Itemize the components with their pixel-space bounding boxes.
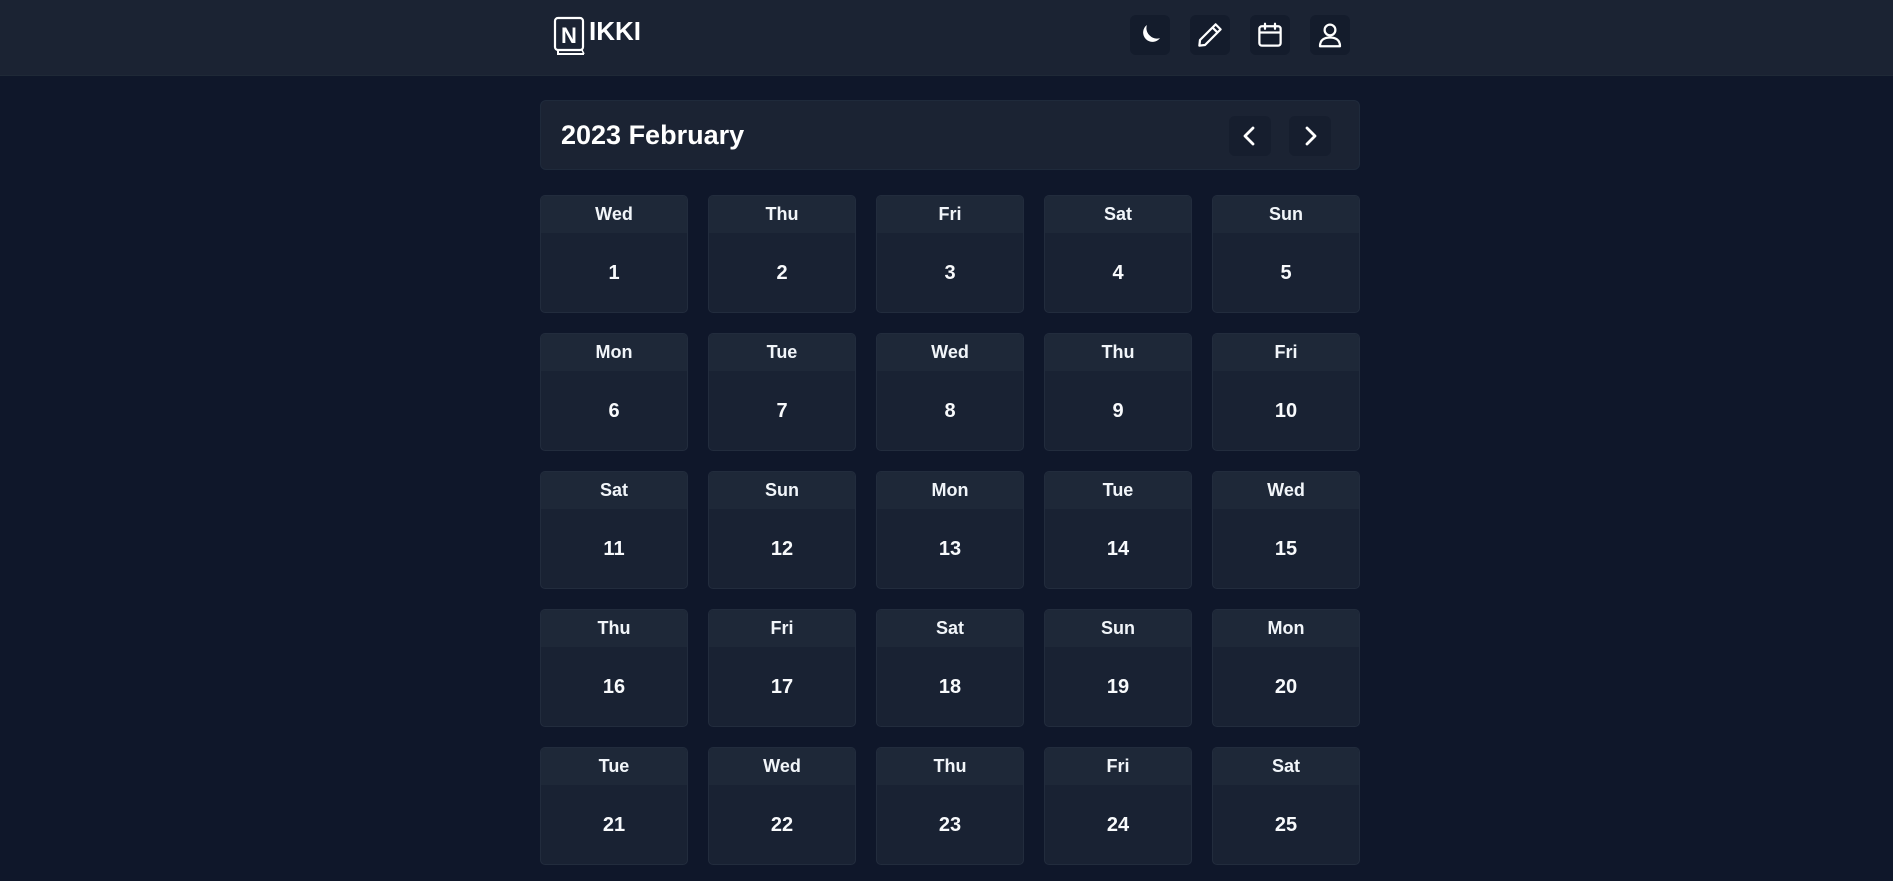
day-number: 13	[938, 537, 962, 560]
day-number: 12	[770, 537, 794, 560]
day-card[interactable]: Sat 4	[1044, 195, 1192, 313]
day-name: Thu	[541, 610, 687, 647]
day-card[interactable]: Fri 3	[876, 195, 1024, 313]
month-header: 2023 February	[540, 100, 1360, 170]
theme-toggle-button[interactable]	[1130, 15, 1170, 55]
day-number: 19	[1106, 675, 1130, 698]
moon-icon	[1143, 25, 1160, 42]
day-card[interactable]: Wed 8	[876, 333, 1024, 451]
day-number: 1	[608, 261, 620, 284]
day-name: Sun	[1213, 196, 1359, 233]
previous-month-button[interactable]	[1229, 116, 1271, 156]
day-card[interactable]: Thu 16	[540, 609, 688, 727]
day-number: 2	[776, 261, 788, 284]
day-card[interactable]: Tue 7	[708, 333, 856, 451]
day-name: Sat	[877, 610, 1023, 647]
day-name: Wed	[877, 334, 1023, 371]
day-name: Mon	[1213, 610, 1359, 647]
day-number: 10	[1274, 399, 1298, 422]
day-card[interactable]: Fri 24	[1044, 747, 1192, 865]
day-number: 8	[944, 399, 956, 422]
pencil-icon	[1198, 23, 1222, 47]
day-card[interactable]: Thu 23	[876, 747, 1024, 865]
day-card[interactable]: Fri 17	[708, 609, 856, 727]
calendar-icon	[1258, 22, 1282, 47]
svg-text:N: N	[561, 23, 577, 48]
day-name: Mon	[877, 472, 1023, 509]
day-card[interactable]: Fri 10	[1212, 333, 1360, 451]
day-name: Tue	[1045, 472, 1191, 509]
day-card[interactable]: Wed 22	[708, 747, 856, 865]
day-number: 15	[1274, 537, 1298, 560]
day-number: 16	[602, 675, 626, 698]
day-number: 24	[1106, 813, 1130, 836]
day-name: Thu	[709, 196, 855, 233]
day-number: 9	[1112, 399, 1124, 422]
profile-button[interactable]	[1310, 15, 1350, 55]
day-card[interactable]: Mon 6	[540, 333, 688, 451]
day-card[interactable]: Sat 18	[876, 609, 1024, 727]
day-card[interactable]: Wed 1	[540, 195, 688, 313]
notebook-logo-icon: N	[553, 16, 585, 55]
day-name: Sun	[709, 472, 855, 509]
month-title: 2023 February	[561, 120, 745, 150]
day-number: 7	[776, 399, 788, 422]
day-name: Fri	[709, 610, 855, 647]
day-name: Thu	[877, 748, 1023, 785]
day-card[interactable]: Sat 11	[540, 471, 688, 589]
calendar-grid: Wed 1 Thu 2 Fri 3 Sat 4 Sun 5 Mon 6 Tue 7 Wed 8 Thu 9 Fri 1…	[540, 195, 1360, 865]
top-navbar: N IKKI	[0, 0, 1893, 76]
day-number: 21	[602, 813, 626, 836]
day-card[interactable]: Sun 12	[708, 471, 856, 589]
day-name: Tue	[709, 334, 855, 371]
day-card[interactable]: Mon 20	[1212, 609, 1360, 727]
day-card[interactable]: Sun 19	[1044, 609, 1192, 727]
day-number: 20	[1274, 675, 1298, 698]
day-name: Thu	[1045, 334, 1191, 371]
day-number: 3	[944, 261, 956, 284]
day-card[interactable]: Tue 14	[1044, 471, 1192, 589]
day-name: Fri	[877, 196, 1023, 233]
day-number: 6	[608, 399, 620, 422]
user-icon	[1318, 23, 1342, 48]
day-card[interactable]: Sat 25	[1212, 747, 1360, 865]
calendar-button[interactable]	[1250, 15, 1290, 55]
day-name: Fri	[1213, 334, 1359, 371]
chevron-right-icon	[1305, 126, 1317, 146]
day-card[interactable]: Sun 5	[1212, 195, 1360, 313]
day-number: 4	[1112, 261, 1124, 284]
day-card[interactable]: Thu 2	[708, 195, 856, 313]
day-number: 23	[938, 813, 962, 836]
day-name: Wed	[541, 196, 687, 233]
app-name: IKKI	[589, 15, 641, 46]
day-number: 11	[603, 537, 625, 560]
day-name: Mon	[541, 334, 687, 371]
day-number: 25	[1274, 813, 1298, 836]
day-name: Tue	[541, 748, 687, 785]
day-number: 17	[770, 675, 794, 698]
day-name: Fri	[1045, 748, 1191, 785]
day-number: 22	[770, 813, 794, 836]
day-number: 5	[1280, 261, 1292, 284]
chevron-left-icon	[1243, 126, 1255, 146]
day-card[interactable]: Thu 9	[1044, 333, 1192, 451]
day-card[interactable]: Tue 21	[540, 747, 688, 865]
day-number: 18	[938, 675, 962, 698]
day-name: Sat	[541, 472, 687, 509]
day-card[interactable]: Mon 13	[876, 471, 1024, 589]
write-entry-button[interactable]	[1190, 15, 1230, 55]
app-logo[interactable]: N IKKI	[553, 16, 641, 56]
next-month-button[interactable]	[1289, 116, 1331, 156]
day-name: Sat	[1045, 196, 1191, 233]
day-name: Wed	[1213, 472, 1359, 509]
day-number: 14	[1106, 537, 1130, 560]
day-name: Wed	[709, 748, 855, 785]
day-name: Sun	[1045, 610, 1191, 647]
day-name: Sat	[1213, 748, 1359, 785]
day-card[interactable]: Wed 15	[1212, 471, 1360, 589]
